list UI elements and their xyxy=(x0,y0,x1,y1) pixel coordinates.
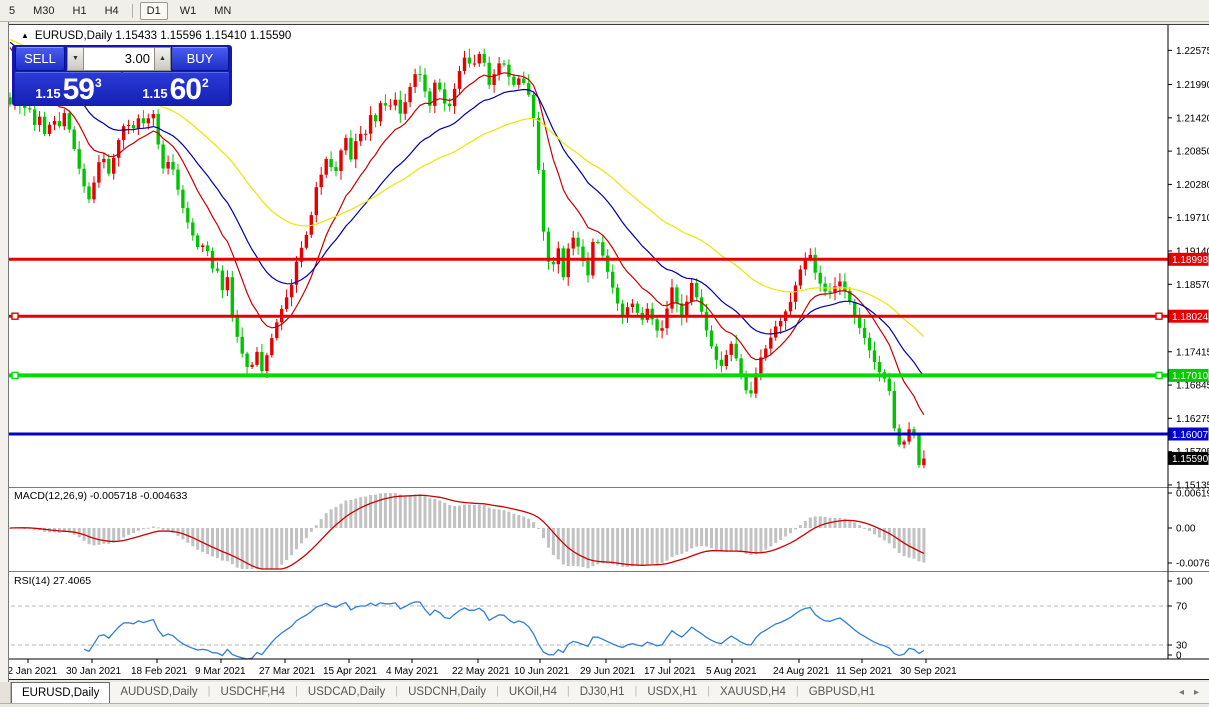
horizontal-level-lines[interactable] xyxy=(9,259,1168,434)
tab-scroll-left-icon[interactable]: ◂ xyxy=(1179,687,1184,698)
svg-text:30 Jan 2021: 30 Jan 2021 xyxy=(66,666,121,677)
svg-text:5 Aug 2021: 5 Aug 2021 xyxy=(706,666,757,677)
sell-price-small: 1.15 xyxy=(35,86,60,101)
svg-text:1.16275: 1.16275 xyxy=(1176,414,1209,425)
buy-price-small: 1.15 xyxy=(142,86,167,101)
trade-panel-price-row: 1.15593 1.15602 xyxy=(14,72,230,105)
timeframe-button-w1[interactable]: W1 xyxy=(174,3,203,19)
svg-text:70: 70 xyxy=(1176,602,1188,613)
svg-text:4 May 2021: 4 May 2021 xyxy=(386,666,439,677)
svg-text:15 Apr 2021: 15 Apr 2021 xyxy=(323,666,377,677)
buy-price-big: 60 xyxy=(170,76,201,104)
svg-text:30 Sep 2021: 30 Sep 2021 xyxy=(900,666,957,677)
svg-text:9 Mar 2021: 9 Mar 2021 xyxy=(195,666,246,677)
timeframe-button-mn[interactable]: MN xyxy=(208,3,237,19)
svg-text:27 Mar 2021: 27 Mar 2021 xyxy=(259,666,316,677)
chart-tab-usdchf[interactable]: USDCHF,H4 xyxy=(211,682,296,703)
price-axis-labels: 1.22575 1.21990 1.21420 1.20850 1.20280 1.197… xyxy=(1168,46,1209,492)
svg-text:1.20280: 1.20280 xyxy=(1176,180,1209,191)
chart-surface[interactable]: 1.22575 1.21990 1.21420 1.20850 1.20280 1.197… xyxy=(9,25,1209,681)
timeframe-button-m30[interactable]: M30 xyxy=(27,3,60,19)
toolbar-separator xyxy=(132,4,133,18)
svg-text:-0.00762: -0.00762 xyxy=(1176,559,1209,570)
chart-tab-usdcad[interactable]: USDCAD,Daily xyxy=(298,682,395,703)
chart-tab-gbpusd[interactable]: GBPUSD,H1 xyxy=(799,682,885,703)
chart-tab-eurusd[interactable]: EURUSD,Daily xyxy=(11,682,110,703)
sell-price-big: 59 xyxy=(63,76,94,104)
buy-price-sup: 2 xyxy=(202,76,209,90)
one-click-trade-panel: SELL ▼ 3.00 ▲ BUY 1.15593 1.15602 xyxy=(12,45,232,106)
chart-tab-bar: EURUSD,DailyAUDUSD,Daily|USDCHF,H4|USDCA… xyxy=(0,682,1209,704)
svg-text:1.17415: 1.17415 xyxy=(1176,347,1209,358)
svg-text:11 Sep 2021: 11 Sep 2021 xyxy=(836,666,892,677)
rsi-indicator-label: RSI(14) 27.4065 xyxy=(14,575,91,587)
sell-price-display[interactable]: 1.15593 xyxy=(15,72,122,105)
svg-text:1.18570: 1.18570 xyxy=(1176,280,1209,291)
svg-text:1.18024: 1.18024 xyxy=(1172,312,1209,323)
svg-text:0: 0 xyxy=(1176,651,1182,662)
svg-text:1.20850: 1.20850 xyxy=(1176,147,1209,158)
svg-text:1.22575: 1.22575 xyxy=(1176,46,1209,57)
chart-title-ohlc: EURUSD,Daily 1.15433 1.15596 1.15410 1.1… xyxy=(35,30,291,42)
pane-frame xyxy=(9,25,1209,659)
timeframe-button-d1[interactable]: D1 xyxy=(140,2,168,20)
indicator-axis-labels: 0.0061930.00-0.0076210070300 xyxy=(1168,489,1209,662)
svg-text:0.006193: 0.006193 xyxy=(1176,489,1209,500)
svg-text:1.16007: 1.16007 xyxy=(1172,430,1209,441)
collapse-panel-icon[interactable]: ▲ xyxy=(21,31,29,40)
svg-text:22 May 2021: 22 May 2021 xyxy=(452,666,510,677)
svg-text:29 Jun 2021: 29 Jun 2021 xyxy=(580,666,635,677)
window-left-edge xyxy=(0,22,9,682)
chart-tab-usdx[interactable]: USDX,H1 xyxy=(637,682,707,703)
tab-scroll-nav: ◂ ▸ xyxy=(1179,682,1209,703)
svg-text:1.18998: 1.18998 xyxy=(1172,255,1209,266)
svg-text:1.21420: 1.21420 xyxy=(1176,113,1209,124)
timeframe-button-h1[interactable]: H1 xyxy=(67,3,93,19)
chart-tab-audusd[interactable]: AUDUSD,Daily xyxy=(110,682,207,703)
chart-window: ▲ EURUSD,Daily 1.15433 1.15596 1.15410 1… xyxy=(9,24,1209,680)
tabs-holder: EURUSD,DailyAUDUSD,Daily|USDCHF,H4|USDCA… xyxy=(11,682,885,703)
timeframe-button-5[interactable]: 5 xyxy=(3,3,21,19)
volume-decrease-button[interactable]: ▼ xyxy=(67,47,84,71)
svg-text:1.16845: 1.16845 xyxy=(1176,381,1209,392)
svg-text:1.19710: 1.19710 xyxy=(1176,213,1209,224)
tab-scroll-right-icon[interactable]: ▸ xyxy=(1194,687,1199,698)
chart-title-row: ▲ EURUSD,Daily 1.15433 1.15596 1.15410 1… xyxy=(21,28,291,43)
macd-histogram xyxy=(9,493,925,569)
trade-panel-top-row: SELL ▼ 3.00 ▲ BUY xyxy=(14,47,230,71)
sell-button[interactable]: SELL xyxy=(15,47,65,71)
svg-text:24 Aug 2021: 24 Aug 2021 xyxy=(773,666,830,677)
macd-indicator-label: MACD(12,26,9) -0.005718 -0.004633 xyxy=(14,490,187,502)
date-axis: 12 Jan 2021 30 Jan 2021 18 Feb 2021 9 Mar 2… xyxy=(9,659,957,677)
volume-increase-button[interactable]: ▲ xyxy=(154,47,171,71)
svg-text:17 Jul 2021: 17 Jul 2021 xyxy=(644,666,696,677)
timeframe-button-h4[interactable]: H4 xyxy=(99,3,125,19)
svg-text:0.00: 0.00 xyxy=(1176,524,1196,535)
svg-text:1.17010: 1.17010 xyxy=(1172,371,1209,382)
svg-text:1.21990: 1.21990 xyxy=(1176,80,1209,91)
rsi-level-lines xyxy=(11,606,1168,645)
svg-text:12 Jan 2021: 12 Jan 2021 xyxy=(9,666,57,677)
chart-tab-dj30[interactable]: DJ30,H1 xyxy=(570,682,635,703)
timeframe-toolbar: 5 M30 H1 H4 D1 W1 MN xyxy=(0,0,1209,22)
svg-text:1.15590: 1.15590 xyxy=(1172,454,1209,465)
svg-text:18 Feb 2021: 18 Feb 2021 xyxy=(131,666,188,677)
chart-tab-usdcnh[interactable]: USDCNH,Daily xyxy=(398,682,496,703)
volume-control: ▼ 3.00 ▲ xyxy=(67,47,171,71)
chart-tab-xauusd[interactable]: XAUUSD,H4 xyxy=(710,682,796,703)
rsi-line xyxy=(84,602,924,659)
buy-price-display[interactable]: 1.15602 xyxy=(122,72,229,105)
buy-button[interactable]: BUY xyxy=(171,47,229,71)
volume-input[interactable]: 3.00 xyxy=(84,47,154,71)
svg-text:10 Jun 2021: 10 Jun 2021 xyxy=(514,666,569,677)
svg-text:100: 100 xyxy=(1176,577,1193,588)
tab-bar-corner xyxy=(0,682,11,703)
mt4-application: 5 M30 H1 H4 D1 W1 MN ▲ EURUSD,Daily 1.15433 1.… xyxy=(0,0,1209,707)
sell-price-sup: 3 xyxy=(95,76,102,90)
chart-tab-ukoil[interactable]: UKOil,H4 xyxy=(499,682,567,703)
